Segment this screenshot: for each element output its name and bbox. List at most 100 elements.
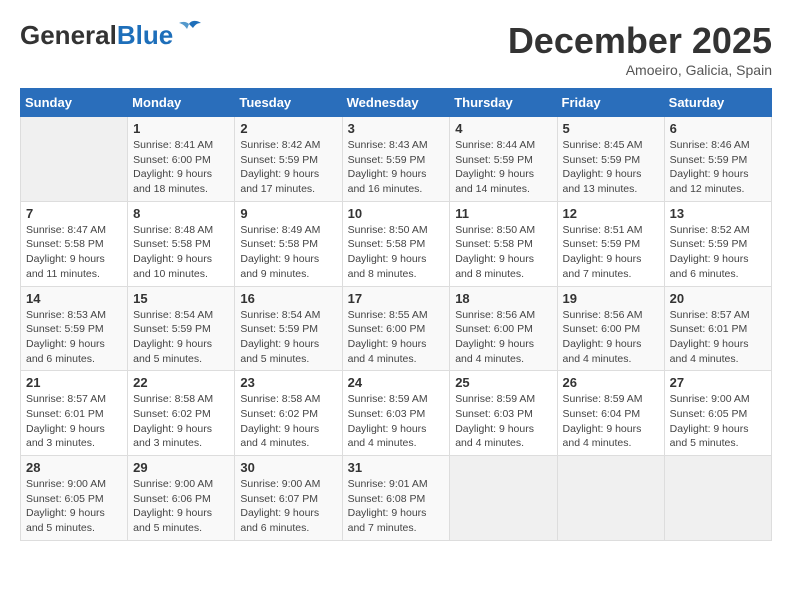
day-info: Sunrise: 8:43 AMSunset: 5:59 PMDaylight:… xyxy=(348,138,445,197)
calendar-cell: 27 Sunrise: 9:00 AMSunset: 6:05 PMDayligh… xyxy=(664,371,771,456)
calendar-cell: 29 Sunrise: 9:00 AMSunset: 6:06 PMDayligh… xyxy=(128,456,235,541)
day-number: 4 xyxy=(455,121,551,136)
day-number: 9 xyxy=(240,206,336,221)
weekday-header-tuesday: Tuesday xyxy=(235,89,342,117)
day-number: 25 xyxy=(455,375,551,390)
day-info: Sunrise: 8:59 AMSunset: 6:04 PMDaylight:… xyxy=(563,392,659,451)
day-number: 5 xyxy=(563,121,659,136)
logo-blue: Blue xyxy=(117,20,173,50)
day-info: Sunrise: 8:54 AMSunset: 5:59 PMDaylight:… xyxy=(133,308,229,367)
day-number: 26 xyxy=(563,375,659,390)
calendar-cell: 1 Sunrise: 8:41 AMSunset: 6:00 PMDaylight… xyxy=(128,117,235,202)
day-info: Sunrise: 8:56 AMSunset: 6:00 PMDaylight:… xyxy=(455,308,551,367)
day-number: 14 xyxy=(26,291,122,306)
calendar-cell: 3 Sunrise: 8:43 AMSunset: 5:59 PMDaylight… xyxy=(342,117,450,202)
day-info: Sunrise: 8:54 AMSunset: 5:59 PMDaylight:… xyxy=(240,308,336,367)
day-info: Sunrise: 8:50 AMSunset: 5:58 PMDaylight:… xyxy=(455,223,551,282)
calendar-cell xyxy=(557,456,664,541)
calendar-cell: 19 Sunrise: 8:56 AMSunset: 6:00 PMDayligh… xyxy=(557,286,664,371)
day-number: 30 xyxy=(240,460,336,475)
day-info: Sunrise: 8:44 AMSunset: 5:59 PMDaylight:… xyxy=(455,138,551,197)
calendar-cell: 14 Sunrise: 8:53 AMSunset: 5:59 PMDayligh… xyxy=(21,286,128,371)
calendar-cell xyxy=(450,456,557,541)
calendar-cell: 25Sunrise: 8:59 AMSunset: 6:03 PMDayligh… xyxy=(450,371,557,456)
day-number: 8 xyxy=(133,206,229,221)
calendar-cell: 15Sunrise: 8:54 AMSunset: 5:59 PMDayligh… xyxy=(128,286,235,371)
day-number: 13 xyxy=(670,206,766,221)
day-number: 2 xyxy=(240,121,336,136)
calendar-cell: 7 Sunrise: 8:47 AMSunset: 5:58 PMDaylight… xyxy=(21,201,128,286)
calendar-body: 1 Sunrise: 8:41 AMSunset: 6:00 PMDaylight… xyxy=(21,117,772,541)
calendar-week-row: 21Sunrise: 8:57 AMSunset: 6:01 PMDayligh… xyxy=(21,371,772,456)
day-info: Sunrise: 9:01 AMSunset: 6:08 PMDaylight:… xyxy=(348,477,445,536)
day-info: Sunrise: 8:55 AMSunset: 6:00 PMDaylight:… xyxy=(348,308,445,367)
weekday-header-friday: Friday xyxy=(557,89,664,117)
page-header: GeneralBlue December 2025 Amoeiro, Galic… xyxy=(20,20,772,78)
calendar-title-block: December 2025 Amoeiro, Galicia, Spain xyxy=(508,20,772,78)
weekday-header-sunday: Sunday xyxy=(21,89,128,117)
calendar-cell: 6 Sunrise: 8:46 AMSunset: 5:59 PMDaylight… xyxy=(664,117,771,202)
day-number: 7 xyxy=(26,206,122,221)
day-info: Sunrise: 8:52 AMSunset: 5:59 PMDaylight:… xyxy=(670,223,766,282)
day-number: 20 xyxy=(670,291,766,306)
weekday-header-wednesday: Wednesday xyxy=(342,89,450,117)
logo-text: GeneralBlue xyxy=(20,22,173,48)
calendar-cell: 31 Sunrise: 9:01 AMSunset: 6:08 PMDayligh… xyxy=(342,456,450,541)
day-info: Sunrise: 8:56 AMSunset: 6:00 PMDaylight:… xyxy=(563,308,659,367)
day-info: Sunrise: 8:57 AMSunset: 6:01 PMDaylight:… xyxy=(670,308,766,367)
day-number: 18 xyxy=(455,291,551,306)
calendar-cell: 10Sunrise: 8:50 AMSunset: 5:58 PMDayligh… xyxy=(342,201,450,286)
calendar-week-row: 1 Sunrise: 8:41 AMSunset: 6:00 PMDaylight… xyxy=(21,117,772,202)
day-number: 19 xyxy=(563,291,659,306)
calendar-cell: 18 Sunrise: 8:56 AMSunset: 6:00 PMDayligh… xyxy=(450,286,557,371)
day-info: Sunrise: 9:00 AMSunset: 6:07 PMDaylight:… xyxy=(240,477,336,536)
calendar-cell: 5 Sunrise: 8:45 AMSunset: 5:59 PMDaylight… xyxy=(557,117,664,202)
logo: GeneralBlue xyxy=(20,20,203,50)
calendar-header: SundayMondayTuesdayWednesdayThursdayFrid… xyxy=(21,89,772,117)
day-info: Sunrise: 8:46 AMSunset: 5:59 PMDaylight:… xyxy=(670,138,766,197)
calendar-cell: 17 Sunrise: 8:55 AMSunset: 6:00 PMDayligh… xyxy=(342,286,450,371)
calendar-cell: 4 Sunrise: 8:44 AMSunset: 5:59 PMDaylight… xyxy=(450,117,557,202)
weekday-header-thursday: Thursday xyxy=(450,89,557,117)
day-number: 6 xyxy=(670,121,766,136)
day-number: 23 xyxy=(240,375,336,390)
day-info: Sunrise: 8:45 AMSunset: 5:59 PMDaylight:… xyxy=(563,138,659,197)
day-number: 31 xyxy=(348,460,445,475)
day-number: 3 xyxy=(348,121,445,136)
day-info: Sunrise: 9:00 AMSunset: 6:06 PMDaylight:… xyxy=(133,477,229,536)
calendar-subtitle: Amoeiro, Galicia, Spain xyxy=(508,62,772,78)
calendar-cell xyxy=(21,117,128,202)
calendar-cell: 21Sunrise: 8:57 AMSunset: 6:01 PMDayligh… xyxy=(21,371,128,456)
day-info: Sunrise: 9:00 AMSunset: 6:05 PMDaylight:… xyxy=(670,392,766,451)
day-number: 17 xyxy=(348,291,445,306)
day-number: 16 xyxy=(240,291,336,306)
day-info: Sunrise: 8:41 AMSunset: 6:00 PMDaylight:… xyxy=(133,138,229,197)
calendar-cell: 13 Sunrise: 8:52 AMSunset: 5:59 PMDayligh… xyxy=(664,201,771,286)
day-info: Sunrise: 9:00 AMSunset: 6:05 PMDaylight:… xyxy=(26,477,122,536)
day-info: Sunrise: 8:53 AMSunset: 5:59 PMDaylight:… xyxy=(26,308,122,367)
calendar-cell: 23 Sunrise: 8:58 AMSunset: 6:02 PMDayligh… xyxy=(235,371,342,456)
logo-general: General xyxy=(20,20,117,50)
day-number: 28 xyxy=(26,460,122,475)
day-number: 27 xyxy=(670,375,766,390)
day-number: 22 xyxy=(133,375,229,390)
calendar-cell: 22 Sunrise: 8:58 AMSunset: 6:02 PMDayligh… xyxy=(128,371,235,456)
day-info: Sunrise: 8:58 AMSunset: 6:02 PMDaylight:… xyxy=(240,392,336,451)
calendar-cell: 24Sunrise: 8:59 AMSunset: 6:03 PMDayligh… xyxy=(342,371,450,456)
day-number: 1 xyxy=(133,121,229,136)
calendar-cell: 12Sunrise: 8:51 AMSunset: 5:59 PMDayligh… xyxy=(557,201,664,286)
calendar-cell: 9Sunrise: 8:49 AMSunset: 5:58 PMDaylight… xyxy=(235,201,342,286)
day-info: Sunrise: 8:58 AMSunset: 6:02 PMDaylight:… xyxy=(133,392,229,451)
calendar-cell: 30 Sunrise: 9:00 AMSunset: 6:07 PMDayligh… xyxy=(235,456,342,541)
calendar-cell: 2Sunrise: 8:42 AMSunset: 5:59 PMDaylight… xyxy=(235,117,342,202)
calendar-week-row: 28 Sunrise: 9:00 AMSunset: 6:05 PMDayligh… xyxy=(21,456,772,541)
day-number: 21 xyxy=(26,375,122,390)
calendar-table: SundayMondayTuesdayWednesdayThursdayFrid… xyxy=(20,88,772,541)
calendar-cell: 28 Sunrise: 9:00 AMSunset: 6:05 PMDayligh… xyxy=(21,456,128,541)
calendar-cell: 20 Sunrise: 8:57 AMSunset: 6:01 PMDayligh… xyxy=(664,286,771,371)
day-info: Sunrise: 8:47 AMSunset: 5:58 PMDaylight:… xyxy=(26,223,122,282)
day-number: 12 xyxy=(563,206,659,221)
calendar-cell: 16 Sunrise: 8:54 AMSunset: 5:59 PMDayligh… xyxy=(235,286,342,371)
day-number: 29 xyxy=(133,460,229,475)
calendar-title: December 2025 xyxy=(508,20,772,62)
